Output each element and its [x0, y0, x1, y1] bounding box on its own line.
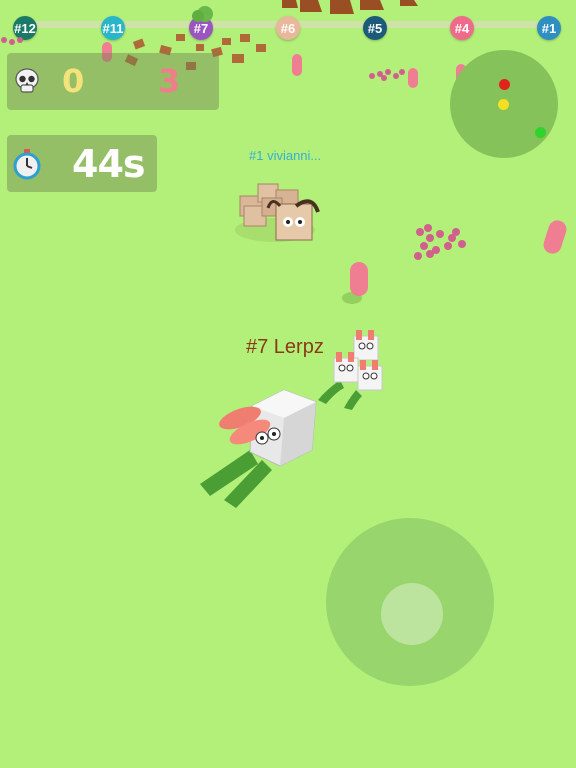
skull-icon	[12, 66, 42, 96]
stopwatch-icon	[12, 148, 42, 180]
pink-capsule	[408, 68, 418, 88]
minimap-enemy-dot	[499, 79, 510, 90]
player-name-label: #7 Lerpz	[246, 336, 324, 358]
pink-capsule	[292, 54, 302, 76]
player-herd	[318, 330, 383, 410]
joystick-knob[interactable]	[381, 583, 443, 645]
tree-stumps	[282, 0, 418, 14]
time-remaining: 44s	[72, 142, 145, 186]
leader-kills-count: 3	[158, 62, 181, 100]
enemy-leader-sheep	[275, 203, 313, 241]
minimap-self-dot	[498, 99, 509, 110]
kills-count: 0	[62, 62, 85, 100]
bush	[192, 6, 213, 22]
enemy-name-label: #1 vivianni...	[249, 148, 322, 163]
player-character	[200, 389, 317, 508]
enemy-herd	[235, 183, 320, 242]
pink-capsule	[350, 262, 368, 296]
minimap-ally-dot	[535, 127, 546, 138]
